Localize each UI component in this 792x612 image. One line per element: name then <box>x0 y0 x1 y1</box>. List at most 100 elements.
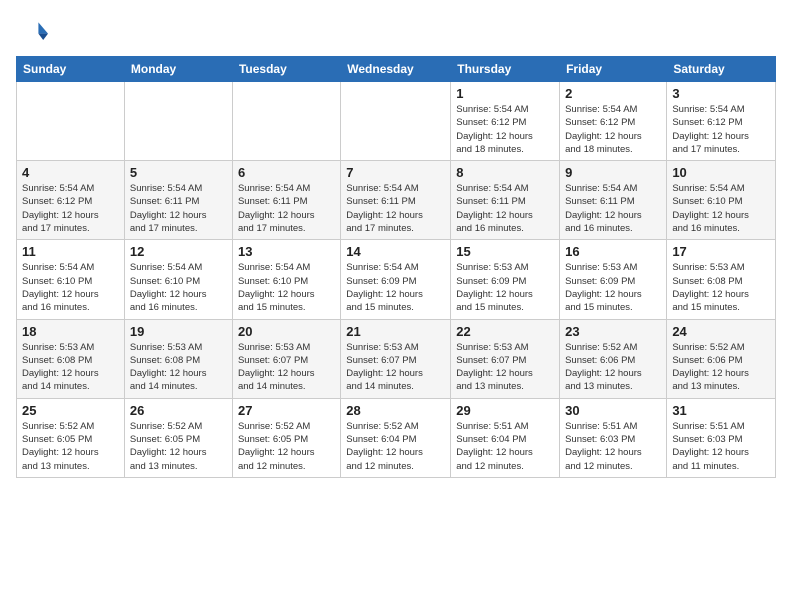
day-info: Sunrise: 5:54 AM Sunset: 6:12 PM Dayligh… <box>672 103 770 156</box>
day-info: Sunrise: 5:54 AM Sunset: 6:09 PM Dayligh… <box>346 261 445 314</box>
day-number: 24 <box>672 324 770 339</box>
day-number: 6 <box>238 165 335 180</box>
calendar-cell: 26Sunrise: 5:52 AM Sunset: 6:05 PM Dayli… <box>124 398 232 477</box>
day-info: Sunrise: 5:54 AM Sunset: 6:11 PM Dayligh… <box>238 182 335 235</box>
calendar-week-row: 11 Sunrise: 5:54 AM Sunset: 6:10 PM Dayli… <box>17 240 776 319</box>
day-number: 8 <box>456 165 554 180</box>
calendar-cell: 8 Sunrise: 5:54 AM Sunset: 6:11 PM Daylig… <box>451 161 560 240</box>
day-info: Sunrise: 5:52 AM Sunset: 6:05 PM Dayligh… <box>238 420 335 473</box>
day-info: Sunrise: 5:54 AM Sunset: 6:12 PM Dayligh… <box>565 103 661 156</box>
calendar-cell: 27 Sunrise: 5:52 AM Sunset: 6:05 PM Dayli… <box>232 398 340 477</box>
day-info: Sunrise: 5:53 AM Sunset: 6:07 PM Dayligh… <box>238 341 335 394</box>
day-number: 13 <box>238 244 335 259</box>
day-info: Sunrise: 5:54 AM Sunset: 6:10 PM Dayligh… <box>672 182 770 235</box>
day-info: Sunrise: 5:52 AM Sunset: 6:05 PM Dayligh… <box>130 420 227 473</box>
day-info: Sunrise: 5:51 AM Sunset: 6:04 PM Dayligh… <box>456 420 554 473</box>
weekday-header-row: SundayMondayTuesdayWednesdayThursdayFrid… <box>17 57 776 82</box>
calendar-cell <box>17 82 125 161</box>
calendar-cell: 2 Sunrise: 5:54 AM Sunset: 6:12 PM Daylig… <box>560 82 667 161</box>
calendar-cell: 17 Sunrise: 5:53 AM Sunset: 6:08 PM Dayli… <box>667 240 776 319</box>
day-info: Sunrise: 5:52 AM Sunset: 6:06 PM Dayligh… <box>672 341 770 394</box>
day-number: 21 <box>346 324 445 339</box>
weekday-header: Friday <box>560 57 667 82</box>
calendar-cell: 5 Sunrise: 5:54 AM Sunset: 6:11 PM Daylig… <box>124 161 232 240</box>
calendar-cell: 22Sunrise: 5:53 AM Sunset: 6:07 PM Dayli… <box>451 319 560 398</box>
day-number: 14 <box>346 244 445 259</box>
logo <box>16 16 52 48</box>
calendar-cell: 12 Sunrise: 5:54 AM Sunset: 6:10 PM Dayli… <box>124 240 232 319</box>
calendar-cell: 21 Sunrise: 5:53 AM Sunset: 6:07 PM Dayli… <box>341 319 451 398</box>
day-info: Sunrise: 5:53 AM Sunset: 6:07 PM Dayligh… <box>346 341 445 394</box>
day-info: Sunrise: 5:54 AM Sunset: 6:11 PM Dayligh… <box>456 182 554 235</box>
day-info: Sunrise: 5:52 AM Sunset: 6:05 PM Dayligh… <box>22 420 119 473</box>
calendar-cell: 4 Sunrise: 5:54 AM Sunset: 6:12 PM Daylig… <box>17 161 125 240</box>
day-number: 15 <box>456 244 554 259</box>
day-number: 16 <box>565 244 661 259</box>
day-info: Sunrise: 5:53 AM Sunset: 6:09 PM Dayligh… <box>565 261 661 314</box>
day-number: 20 <box>238 324 335 339</box>
calendar-cell: 29 Sunrise: 5:51 AM Sunset: 6:04 PM Dayli… <box>451 398 560 477</box>
calendar-cell <box>232 82 340 161</box>
calendar-cell: 9Sunrise: 5:54 AM Sunset: 6:11 PM Daylig… <box>560 161 667 240</box>
day-number: 3 <box>672 86 770 101</box>
calendar-week-row: 1 Sunrise: 5:54 AM Sunset: 6:12 PM Daylig… <box>17 82 776 161</box>
day-info: Sunrise: 5:54 AM Sunset: 6:10 PM Dayligh… <box>238 261 335 314</box>
day-info: Sunrise: 5:52 AM Sunset: 6:04 PM Dayligh… <box>346 420 445 473</box>
calendar-cell: 20 Sunrise: 5:53 AM Sunset: 6:07 PM Dayli… <box>232 319 340 398</box>
day-info: Sunrise: 5:54 AM Sunset: 6:10 PM Dayligh… <box>22 261 119 314</box>
day-number: 19 <box>130 324 227 339</box>
calendar-cell: 19 Sunrise: 5:53 AM Sunset: 6:08 PM Dayli… <box>124 319 232 398</box>
day-number: 11 <box>22 244 119 259</box>
day-info: Sunrise: 5:51 AM Sunset: 6:03 PM Dayligh… <box>672 420 770 473</box>
day-info: Sunrise: 5:52 AM Sunset: 6:06 PM Dayligh… <box>565 341 661 394</box>
calendar-cell: 11 Sunrise: 5:54 AM Sunset: 6:10 PM Dayli… <box>17 240 125 319</box>
day-number: 31 <box>672 403 770 418</box>
page-header <box>16 16 776 48</box>
day-number: 1 <box>456 86 554 101</box>
day-number: 28 <box>346 403 445 418</box>
day-info: Sunrise: 5:54 AM Sunset: 6:10 PM Dayligh… <box>130 261 227 314</box>
calendar-cell: 13 Sunrise: 5:54 AM Sunset: 6:10 PM Dayli… <box>232 240 340 319</box>
day-number: 12 <box>130 244 227 259</box>
day-info: Sunrise: 5:51 AM Sunset: 6:03 PM Dayligh… <box>565 420 661 473</box>
calendar-cell: 30 Sunrise: 5:51 AM Sunset: 6:03 PM Dayli… <box>560 398 667 477</box>
logo-icon <box>16 16 48 48</box>
day-number: 23 <box>565 324 661 339</box>
calendar-cell: 1 Sunrise: 5:54 AM Sunset: 6:12 PM Daylig… <box>451 82 560 161</box>
weekday-header: Tuesday <box>232 57 340 82</box>
weekday-header: Wednesday <box>341 57 451 82</box>
calendar-cell: 14 Sunrise: 5:54 AM Sunset: 6:09 PM Dayli… <box>341 240 451 319</box>
weekday-header: Thursday <box>451 57 560 82</box>
day-number: 5 <box>130 165 227 180</box>
day-number: 4 <box>22 165 119 180</box>
day-info: Sunrise: 5:53 AM Sunset: 6:08 PM Dayligh… <box>672 261 770 314</box>
calendar-cell: 10Sunrise: 5:54 AM Sunset: 6:10 PM Dayli… <box>667 161 776 240</box>
calendar-cell: 31 Sunrise: 5:51 AM Sunset: 6:03 PM Dayli… <box>667 398 776 477</box>
calendar-week-row: 25Sunrise: 5:52 AM Sunset: 6:05 PM Dayli… <box>17 398 776 477</box>
calendar-cell <box>341 82 451 161</box>
weekday-header: Sunday <box>17 57 125 82</box>
day-info: Sunrise: 5:53 AM Sunset: 6:08 PM Dayligh… <box>130 341 227 394</box>
day-number: 7 <box>346 165 445 180</box>
weekday-header: Saturday <box>667 57 776 82</box>
calendar-cell <box>124 82 232 161</box>
day-number: 2 <box>565 86 661 101</box>
day-info: Sunrise: 5:54 AM Sunset: 6:12 PM Dayligh… <box>456 103 554 156</box>
day-info: Sunrise: 5:53 AM Sunset: 6:07 PM Dayligh… <box>456 341 554 394</box>
calendar-table: SundayMondayTuesdayWednesdayThursdayFrid… <box>16 56 776 478</box>
day-info: Sunrise: 5:54 AM Sunset: 6:12 PM Dayligh… <box>22 182 119 235</box>
day-info: Sunrise: 5:53 AM Sunset: 6:09 PM Dayligh… <box>456 261 554 314</box>
day-number: 27 <box>238 403 335 418</box>
day-number: 29 <box>456 403 554 418</box>
day-number: 18 <box>22 324 119 339</box>
calendar-cell: 15 Sunrise: 5:53 AM Sunset: 6:09 PM Dayli… <box>451 240 560 319</box>
day-info: Sunrise: 5:54 AM Sunset: 6:11 PM Dayligh… <box>346 182 445 235</box>
calendar-cell: 16 Sunrise: 5:53 AM Sunset: 6:09 PM Dayli… <box>560 240 667 319</box>
day-number: 30 <box>565 403 661 418</box>
calendar-cell: 18Sunrise: 5:53 AM Sunset: 6:08 PM Dayli… <box>17 319 125 398</box>
calendar-cell: 25Sunrise: 5:52 AM Sunset: 6:05 PM Dayli… <box>17 398 125 477</box>
day-info: Sunrise: 5:54 AM Sunset: 6:11 PM Dayligh… <box>130 182 227 235</box>
day-number: 17 <box>672 244 770 259</box>
day-number: 9 <box>565 165 661 180</box>
calendar-week-row: 4 Sunrise: 5:54 AM Sunset: 6:12 PM Daylig… <box>17 161 776 240</box>
